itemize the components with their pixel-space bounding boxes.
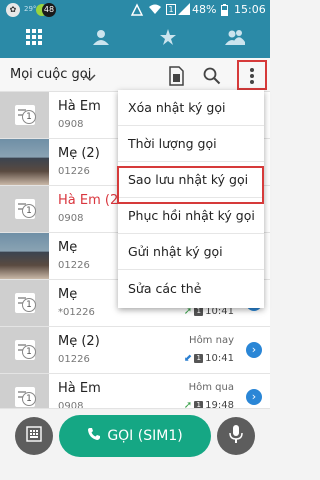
sim-card-icon[interactable]	[164, 64, 188, 88]
clock: 15:06	[234, 3, 266, 16]
filter-dropdown-label[interactable]: Mọi cuộc gọi	[10, 67, 91, 82]
incoming-call-icon: ⬋	[183, 353, 193, 364]
dialpad-grid-icon	[25, 29, 42, 49]
call-details-button[interactable]: ›	[246, 389, 262, 405]
avatar[interactable]	[0, 139, 49, 185]
contact-name: Mẹ	[58, 287, 78, 302]
chevron-down-icon[interactable]	[84, 68, 96, 87]
asus-icon	[130, 3, 144, 20]
signal-icon	[178, 3, 190, 18]
call-button[interactable]: GỌI (SIM1)	[59, 415, 211, 457]
menu-item-call-duration[interactable]: Thời lượng gọi	[118, 126, 264, 162]
call-date: Hôm nay	[189, 335, 234, 346]
tab-groups[interactable]	[201, 20, 268, 58]
groups-people-icon	[224, 29, 245, 49]
call-button-label: GỌI (SIM1)	[107, 428, 183, 444]
phone-number: 0908	[58, 119, 84, 130]
tab-favorites[interactable]	[134, 20, 201, 58]
dialpad-button[interactable]	[15, 417, 53, 455]
more-options-highlight	[237, 60, 267, 90]
menu-item-delete-log[interactable]: Xóa nhật ký gọi	[118, 90, 264, 126]
contact-count-badge: 1	[22, 298, 36, 312]
call-time-text: 10:41	[205, 353, 234, 364]
search-icon[interactable]	[200, 64, 224, 88]
favorites-star-icon	[159, 29, 176, 49]
battery-percent: 48%	[192, 3, 217, 16]
contact-name: Hà Em	[58, 381, 101, 396]
call-time: ⬋ 1 10:41	[184, 353, 234, 364]
phone-number: *01226	[58, 307, 95, 318]
contact-count-badge: 1	[22, 392, 36, 406]
wifi-icon	[148, 3, 162, 18]
sim-indicator: 1	[166, 4, 176, 15]
sim1-icon: 1	[194, 354, 204, 363]
call-details-button[interactable]: ›	[246, 342, 262, 358]
temperature-text: 29°	[24, 5, 37, 13]
contact-count-badge: 1	[22, 345, 36, 359]
tab-contacts[interactable]	[67, 20, 134, 58]
contact-name: Mẹ	[58, 240, 78, 255]
menu-item-send-log[interactable]: Gửi nhật ký gọi	[118, 234, 264, 270]
phone-icon	[87, 427, 101, 445]
phone-number: 0908	[58, 213, 84, 224]
notification-icon: ✿	[6, 3, 20, 17]
avatar[interactable]: 1	[0, 327, 49, 373]
contact-name: Hà Em (2)	[58, 193, 124, 208]
contact-name: Mẹ (2)	[58, 146, 100, 161]
phone-number: 01226	[58, 260, 90, 271]
tab-dialpad[interactable]	[0, 20, 67, 58]
battery-icon	[221, 4, 228, 19]
avatar[interactable]	[0, 233, 49, 279]
avatar[interactable]: 1	[0, 92, 49, 138]
status-bar: ✿ 29° 48 1 48% 15:06	[0, 0, 270, 20]
sim1-icon: 1	[194, 307, 204, 316]
call-date: Hôm qua	[188, 382, 234, 393]
phone-number: 01226	[58, 166, 90, 177]
menu-item-edit-tags[interactable]: Sửa các thẻ	[118, 270, 264, 306]
microphone-icon	[229, 425, 243, 447]
contact-name: Hà Em	[58, 99, 101, 114]
contact-count-badge: 1	[22, 204, 36, 218]
contacts-person-icon	[92, 29, 109, 49]
avatar[interactable]: 1	[0, 280, 49, 326]
avatar[interactable]: 1	[0, 186, 49, 232]
notification-count-badge: 48	[42, 3, 56, 17]
bottom-bar: GỌI (SIM1)	[0, 408, 270, 480]
contact-name: Mẹ (2)	[58, 334, 100, 349]
contact-count-badge: 1	[22, 110, 36, 124]
call-log-header: Mọi cuộc gọi	[0, 58, 270, 92]
dialpad-icon	[26, 426, 42, 446]
backup-item-highlight	[117, 166, 264, 204]
tab-bar	[0, 20, 270, 58]
voice-button[interactable]	[217, 417, 255, 455]
phone-number: 01226	[58, 354, 90, 365]
call-row[interactable]: 1 Mẹ (2) 01226 Hôm nay ⬋ 1 10:41 ›	[0, 327, 270, 374]
